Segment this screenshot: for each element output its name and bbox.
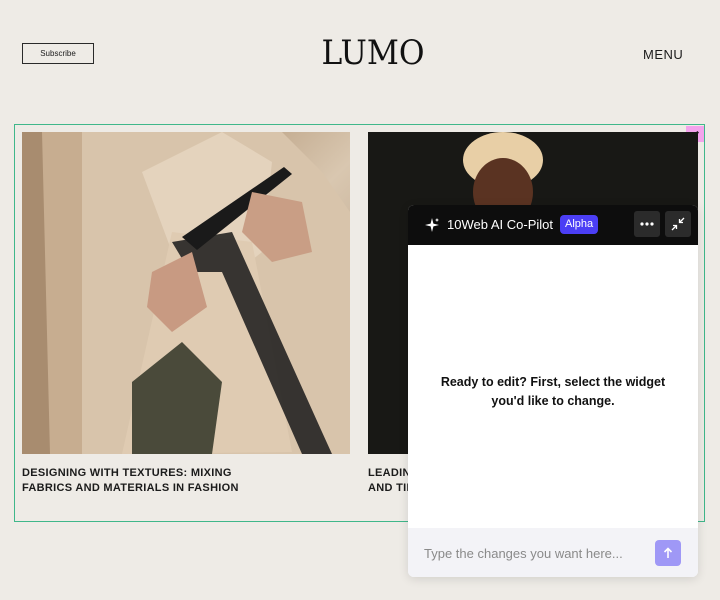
- site-logo[interactable]: LUMO: [321, 32, 424, 74]
- sparkle-icon: [425, 218, 439, 232]
- ai-copilot-panel: 10Web AI Co-Pilot Alpha Ready to edit? F…: [408, 205, 698, 577]
- copilot-title: 10Web AI Co-Pilot: [447, 217, 553, 232]
- tailor-fitting-photo: [22, 132, 350, 454]
- menu-button[interactable]: MENU: [643, 47, 683, 62]
- copilot-empty-message: Ready to edit? First, select the widget …: [440, 375, 666, 408]
- alpha-badge: Alpha: [560, 215, 599, 234]
- article-title-1[interactable]: DESIGNING WITH TEXTURES: MIXING FABRICS …: [22, 466, 262, 496]
- article-image-fashion[interactable]: [22, 132, 350, 454]
- copilot-input-bar: [408, 528, 698, 577]
- more-icon: [640, 222, 654, 226]
- more-options-button[interactable]: [634, 211, 660, 237]
- copilot-header: 10Web AI Co-Pilot Alpha: [408, 205, 698, 245]
- collapse-icon: [671, 217, 685, 231]
- send-button[interactable]: [655, 540, 681, 566]
- send-arrow-icon: [663, 547, 673, 558]
- copilot-prompt-input[interactable]: [424, 543, 642, 563]
- subscribe-button[interactable]: Subscribe: [22, 43, 94, 64]
- collapse-button[interactable]: [665, 211, 691, 237]
